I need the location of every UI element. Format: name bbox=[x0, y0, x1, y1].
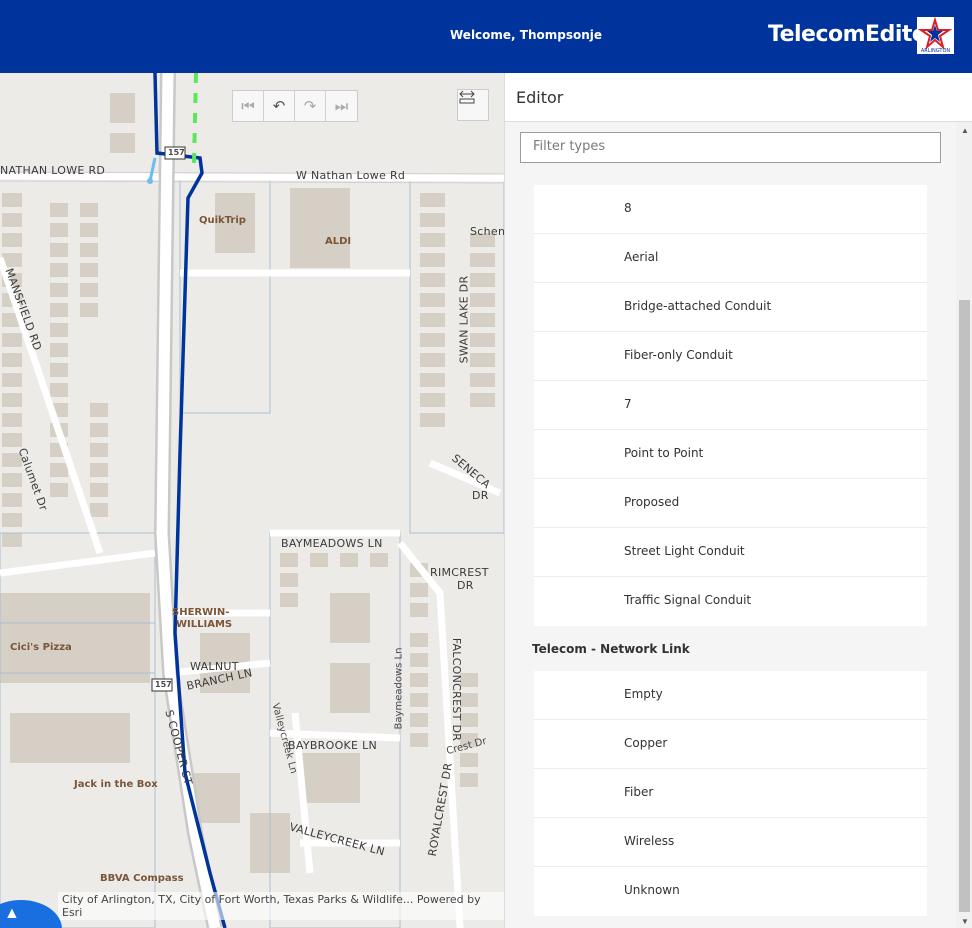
chevron-up-icon: ▲ bbox=[4, 905, 20, 922]
feature-type-label: Fiber-only Conduit bbox=[624, 348, 733, 362]
poi-label: Cici's Pizza bbox=[10, 642, 72, 653]
poi-label: Jack in the Box bbox=[74, 779, 158, 790]
arlington-logo: ARLINGTON bbox=[917, 16, 954, 54]
feature-type-label: Bridge-attached Conduit bbox=[624, 299, 772, 313]
feature-type-list: 8 Aerial Bridge-attached Conduit Fiber-only… bbox=[534, 185, 927, 626]
feature-type-label: Proposed bbox=[624, 495, 680, 509]
poi-label: BBVA Compass bbox=[100, 873, 184, 884]
app-header: Welcome, Thompsonje TelecomEditor ARLING… bbox=[0, 0, 972, 73]
network-link-item[interactable]: Wireless bbox=[534, 818, 927, 867]
welcome-text: Welcome, Thompsonje bbox=[450, 28, 603, 42]
road-label: Baymeadows Ln bbox=[393, 647, 405, 730]
network-link-item[interactable]: Empty bbox=[534, 671, 927, 720]
road-label: DR bbox=[457, 579, 474, 592]
road-label: FALCONCREST DR bbox=[450, 637, 464, 742]
feature-type-item[interactable]: 7 bbox=[534, 381, 927, 430]
network-link-item[interactable]: Fiber bbox=[534, 769, 927, 818]
feature-type-label: 7 bbox=[624, 397, 632, 411]
road-label: RIMCREST bbox=[430, 566, 489, 579]
poi-label: QuikTrip bbox=[199, 215, 246, 226]
poi-label: WILLIAMS bbox=[176, 619, 233, 630]
map-navigation-toolbar: ⏮ ↶ ↷ ⏭ bbox=[232, 90, 358, 122]
poi-label: SHERWIN- bbox=[172, 607, 230, 618]
undo-icon[interactable]: ↶ bbox=[264, 91, 295, 121]
network-link-list: Empty Copper Fiber Wireless Unknown bbox=[534, 671, 927, 916]
poi-label: ALDI bbox=[325, 236, 352, 247]
feature-type-item[interactable]: 8 bbox=[534, 185, 927, 234]
network-link-label: Wireless bbox=[624, 834, 675, 848]
first-icon[interactable]: ⏮ bbox=[233, 91, 264, 121]
highway-shield-label: 157 bbox=[155, 680, 172, 689]
map-view[interactable]: 157 157 NATHAN LOWE RD W Nathan Lowe Rd … bbox=[0, 73, 504, 928]
editor-panel: Editor Filter types 8 Aerial Bridge-attach… bbox=[504, 73, 972, 928]
group-title: Telecom - Network Link bbox=[532, 642, 690, 656]
filter-types-input[interactable]: Filter types bbox=[520, 132, 941, 163]
map-attribution: City of Arlington, TX, City of Fort Wort… bbox=[58, 892, 504, 920]
road-label: NATHAN LOWE RD bbox=[0, 164, 106, 177]
road-label: W Nathan Lowe Rd bbox=[296, 169, 406, 182]
feature-type-item[interactable]: Bridge-attached Conduit bbox=[534, 283, 927, 332]
network-link-label: Empty bbox=[624, 687, 663, 701]
feature-type-label: Traffic Signal Conduit bbox=[624, 593, 752, 607]
network-link-item[interactable]: Copper bbox=[534, 720, 927, 769]
scroll-thumb[interactable] bbox=[959, 300, 970, 912]
feature-type-item[interactable]: Fiber-only Conduit bbox=[534, 332, 927, 381]
scroll-up-icon[interactable]: ▲ bbox=[961, 126, 969, 135]
svg-text:ARLINGTON: ARLINGTON bbox=[921, 48, 951, 54]
highway-shield-label: 157 bbox=[168, 148, 185, 157]
network-link-label: Fiber bbox=[624, 785, 654, 799]
feature-type-item[interactable]: Point to Point bbox=[534, 430, 927, 479]
feature-type-label: Street Light Conduit bbox=[624, 544, 745, 558]
feature-type-label: 8 bbox=[624, 201, 632, 215]
feature-type-label: Point to Point bbox=[624, 446, 704, 460]
road-label: DR bbox=[472, 489, 489, 502]
network-link-item[interactable]: Unknown bbox=[534, 867, 927, 916]
editor-title: Editor bbox=[516, 88, 564, 107]
network-link-label: Copper bbox=[624, 736, 668, 750]
scrollbar[interactable]: ▲ ▼ bbox=[956, 122, 972, 928]
feature-type-item[interactable]: Street Light Conduit bbox=[534, 528, 927, 577]
road-label: BAYBROOKE LN bbox=[288, 739, 378, 752]
road-label: BAYMEADOWS LN bbox=[281, 537, 383, 550]
app-title: TelecomEditor bbox=[768, 22, 937, 47]
feature-type-item[interactable]: Traffic Signal Conduit bbox=[534, 577, 927, 626]
network-link-label: Unknown bbox=[624, 883, 680, 897]
last-icon[interactable]: ⏭ bbox=[326, 91, 357, 121]
feature-type-item[interactable]: Proposed bbox=[534, 479, 927, 528]
feature-type-label: Aerial bbox=[624, 250, 659, 264]
feature-type-item[interactable]: Aerial bbox=[534, 234, 927, 283]
measure-icon[interactable] bbox=[457, 89, 489, 121]
scroll-down-icon[interactable]: ▼ bbox=[961, 917, 969, 926]
road-label: Schen bbox=[470, 225, 504, 238]
editor-header: Editor bbox=[505, 73, 972, 122]
road-label: SWAN LAKE DR bbox=[457, 275, 471, 364]
redo-icon[interactable]: ↷ bbox=[295, 91, 326, 121]
